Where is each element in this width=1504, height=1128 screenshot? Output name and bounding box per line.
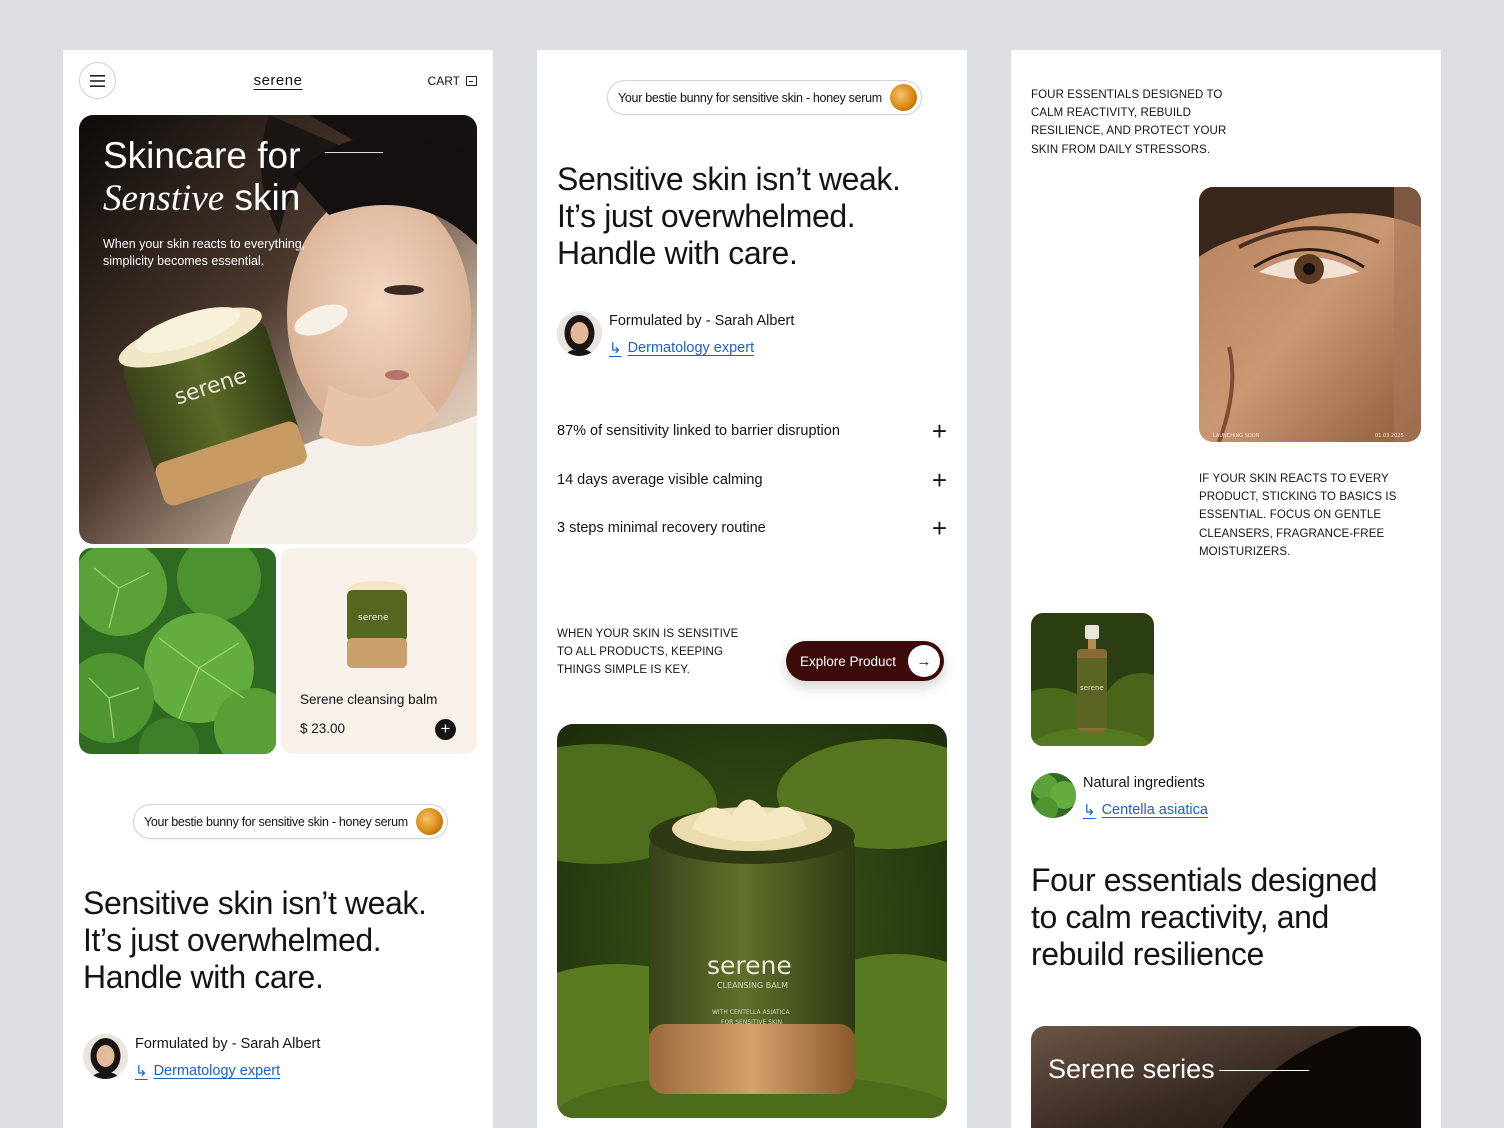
dermatology-expert-label: Dermatology expert — [627, 340, 755, 356]
plus-icon[interactable]: + — [932, 418, 947, 444]
hero-title-line2: skin — [234, 177, 301, 218]
intro-note: FOUR ESSENTIALS DESIGNED TO CALM REACTIV… — [1031, 89, 1227, 156]
hero-banner: serene Skincare for Senstive skin When y… — [79, 115, 477, 544]
reply-arrow-icon: ↳ — [609, 340, 622, 357]
screen-collection: FOUR ESSENTIALS DESIGNED TO CALM REACTIV… — [1011, 50, 1441, 1128]
promo-pill[interactable]: Your bestie bunny for sensitive skin - h… — [133, 804, 448, 839]
stat-row-barrier[interactable]: 87% of sensitivity linked to barrier dis… — [557, 418, 947, 444]
headline-line3: Handle with care. — [557, 235, 798, 271]
headline-line2: It’s just overwhelmed. — [557, 198, 856, 234]
arrow-right-icon: → — [908, 645, 940, 677]
product-price: $ 23.00 — [300, 721, 346, 736]
centella-asiatica-label: Centella asiatica — [1101, 802, 1208, 818]
jar-line3: FOR SENSITIVE SKIN — [721, 1019, 782, 1026]
cart-label: CART — [427, 74, 460, 88]
promo-pill[interactable]: Your bestie bunny for sensitive skin - h… — [607, 80, 922, 115]
centella-thumbnail-photo — [1031, 773, 1076, 818]
explore-product-label: Explore Product — [800, 653, 897, 669]
series-divider — [1219, 1070, 1309, 1071]
headline-line1: Sensitive skin isn’t weak. — [557, 161, 901, 197]
jar-line2: WITH CENTELLA ASIATICA — [712, 1009, 790, 1016]
stat-row-routine[interactable]: 3 steps minimal recovery routine + — [557, 515, 947, 541]
hero-title-italic: Senstive — [103, 178, 225, 219]
serene-series-banner[interactable]: Serene series — [1031, 1026, 1421, 1128]
cart-button[interactable]: CART — [428, 74, 477, 88]
headline-line2: It’s just overwhelmed. — [83, 922, 382, 958]
collection-headline: Four essentials designed to calm reactiv… — [1031, 862, 1378, 973]
explore-product-button[interactable]: Explore Product → — [786, 641, 944, 681]
dermatology-expert-link[interactable]: ↳ Dermatology expert — [135, 1062, 280, 1080]
face-caption-left: LAUNCHING SOON — [1213, 433, 1260, 439]
ingredient-thumbnail — [1031, 773, 1076, 818]
dermatology-expert-link[interactable]: ↳ Dermatology expert — [609, 339, 754, 357]
avatar — [83, 1034, 128, 1079]
cleansing-balm-moss-image[interactable]: serene CLEANSING BALM WITH CENTELLA ASIA… — [557, 724, 947, 1118]
cart-icon — [466, 76, 477, 86]
serum-bottle-image[interactable]: serene — [1031, 613, 1154, 746]
advice-note: IF YOUR SKIN REACTS TO EVERY PRODUCT, ST… — [1199, 473, 1397, 558]
formulated-by: Formulated by - Sarah Albert — [609, 313, 795, 329]
add-to-cart-button[interactable]: + — [435, 719, 456, 740]
honey-serum-thumbnail — [889, 84, 917, 111]
reply-arrow-icon: ↳ — [135, 1063, 148, 1080]
headline-line3: rebuild resilience — [1031, 936, 1264, 972]
plus-icon: + — [440, 719, 451, 738]
product-card[interactable]: serene Serene cleansing balm $ 23.00 + — [281, 548, 477, 754]
headline-line2: to calm reactivity, and — [1031, 899, 1329, 935]
screen-home: serene CART serene Skincare for Senstive… — [63, 50, 493, 1128]
promo-pill-text: Your bestie bunny for sensitive skin - h… — [144, 814, 408, 829]
centella-leaves-image[interactable] — [79, 548, 276, 754]
headline-line1: Sensitive skin isn’t weak. — [83, 885, 427, 921]
stat-label: 3 steps minimal recovery routine — [557, 520, 766, 536]
moss-jar-photo: serene CLEANSING BALM WITH CENTELLA ASIA… — [557, 724, 947, 1118]
avatar-photo — [557, 311, 602, 356]
hero-divider — [325, 152, 383, 153]
dermatology-expert-label: Dermatology expert — [153, 1063, 281, 1079]
product-jar-image: serene — [347, 581, 407, 668]
product-jar-brand: serene — [358, 613, 389, 623]
hero-subtitle: When your skin reacts to everything, sim… — [103, 237, 306, 268]
avatar — [557, 311, 602, 356]
hero-title: Skincare for Senstive skin — [103, 135, 300, 220]
headline-line3: Handle with care. — [83, 959, 324, 995]
bottle-brand-text: serene — [1080, 684, 1104, 692]
honey-serum-thumbnail — [415, 808, 443, 835]
series-title: Serene series — [1048, 1054, 1215, 1084]
face-caption-right: 01.03.2025 — [1375, 433, 1404, 439]
bottle-photo: serene — [1031, 613, 1154, 746]
ingredients-label: Natural ingredients — [1083, 775, 1205, 791]
sensitive-skin-note: WHEN YOUR SKIN IS SENSITIVE TO ALL PRODU… — [557, 628, 739, 677]
product-name: Serene cleansing balm — [300, 692, 438, 707]
reply-arrow-icon: ↳ — [1083, 802, 1096, 819]
plus-icon[interactable]: + — [932, 467, 947, 493]
leaves-photo — [79, 548, 276, 754]
hero-title-line1: Skincare for — [103, 135, 301, 176]
headline-line1: Four essentials designed — [1031, 862, 1378, 898]
formulated-by: Formulated by - Sarah Albert — [135, 1036, 321, 1052]
jar-line1: CLEANSING BALM — [717, 981, 788, 990]
stat-row-calming[interactable]: 14 days average visible calming + — [557, 467, 947, 493]
headline: Sensitive skin isn’t weak. It’s just ove… — [557, 161, 901, 272]
screen-about: Your bestie bunny for sensitive skin - h… — [537, 50, 967, 1128]
face-photo: LAUNCHING SOON 01.03.2025 — [1199, 187, 1421, 442]
headline: Sensitive skin isn’t weak. It’s just ove… — [83, 885, 427, 996]
avatar-photo — [83, 1034, 128, 1079]
stat-label: 87% of sensitivity linked to barrier dis… — [557, 423, 840, 439]
close-up-face-image[interactable]: LAUNCHING SOON 01.03.2025 — [1199, 187, 1421, 442]
centella-asiatica-link[interactable]: ↳ Centella asiatica — [1083, 801, 1208, 819]
jar-brand-text: serene — [707, 951, 792, 980]
stat-label: 14 days average visible calming — [557, 472, 763, 488]
promo-pill-text: Your bestie bunny for sensitive skin - h… — [618, 90, 882, 105]
plus-icon[interactable]: + — [932, 515, 947, 541]
